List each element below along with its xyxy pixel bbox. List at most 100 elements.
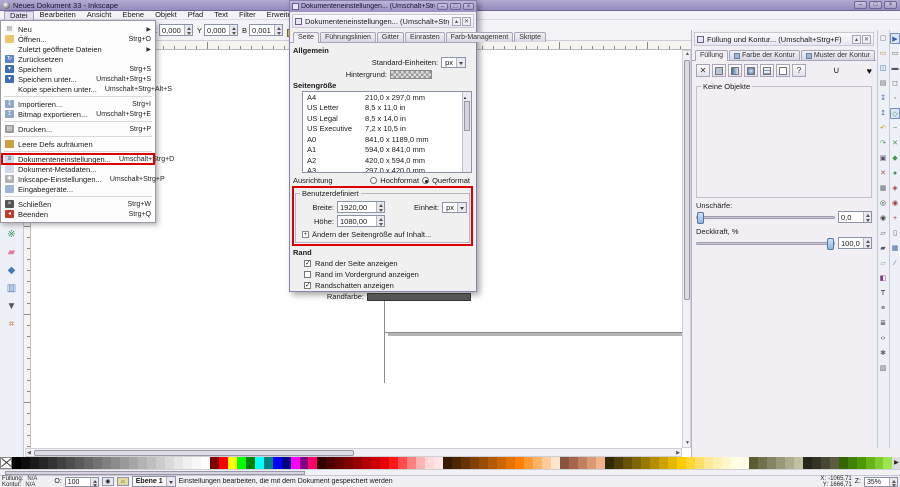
page-size-row-a1[interactable]: A1594,0 x 841,0 mm — [303, 145, 471, 156]
page-size-row-a2[interactable]: A2420,0 x 594,0 mm — [303, 155, 471, 166]
spin-arrows[interactable] — [229, 25, 237, 35]
palette-swatch[interactable] — [425, 457, 434, 469]
menu-datei[interactable]: Datei — [4, 11, 34, 20]
fill-stroke-dock-button[interactable]: ▴ — [852, 35, 861, 44]
palette-swatch[interactable] — [641, 457, 650, 469]
blur-spinbox[interactable]: 0,0 — [838, 211, 872, 223]
border-color-swatch[interactable] — [367, 293, 471, 301]
border-check-rand-der-seite-anzeigen[interactable]: ✓Rand der Seite anzeigen — [304, 259, 474, 268]
height-spin-arrows[interactable] — [376, 216, 384, 226]
resize-to-content-expander[interactable]: + Ändern der Seitengröße auf Inhalt... — [302, 230, 467, 239]
text-dialog-icon[interactable]: T — [878, 288, 888, 299]
palette-swatch[interactable] — [794, 457, 803, 469]
palette-swatch[interactable] — [542, 457, 551, 469]
palette-swatch[interactable] — [883, 457, 892, 469]
scroll-right-arrow[interactable]: ▶ — [676, 450, 680, 457]
palette-swatch[interactable] — [362, 457, 371, 469]
spin-arrows[interactable] — [184, 25, 192, 35]
file-menu-item-speichern[interactable]: ▾SpeichernStrg+S — [2, 64, 154, 74]
palette-swatch[interactable] — [48, 457, 57, 469]
print-document-icon[interactable]: ▤ — [878, 78, 888, 89]
vertical-scrollbar[interactable]: ▲ ▼ — [682, 50, 691, 448]
border-check-randschatten-anzeigen[interactable]: ✓Randschatten anzeigen — [304, 281, 474, 290]
palette-swatch[interactable] — [326, 457, 335, 469]
snap-bbox-icon[interactable]: ▭ — [890, 48, 900, 59]
file-menu-item-bitmap-exportieren[interactable]: ↥Bitmap exportieren...Umschalt+Strg+E — [2, 109, 154, 119]
snap-path-icon[interactable]: ~ — [890, 123, 900, 134]
palette-swatch[interactable] — [407, 457, 416, 469]
opacity-spinbox[interactable]: 100,0 — [838, 237, 872, 249]
snap-grid-icon[interactable]: ▦ — [890, 243, 900, 254]
landscape-radio[interactable] — [422, 177, 429, 184]
chevron-down-icon[interactable] — [166, 477, 175, 486]
palette-swatch[interactable] — [317, 457, 326, 469]
palette-swatch[interactable] — [335, 457, 344, 469]
object-opacity-spinbox[interactable]: 100 — [65, 477, 99, 487]
palette-swatch[interactable] — [767, 457, 776, 469]
opacity-slider[interactable] — [696, 242, 835, 245]
blur-slider-thumb[interactable] — [697, 212, 704, 224]
dialog-maximize-button[interactable]: □ — [450, 3, 461, 10]
palette-swatch[interactable] — [740, 457, 749, 469]
palette-swatch[interactable] — [758, 457, 767, 469]
fill-stroke-tab-muster-der-kontur[interactable]: Muster der Kontur — [801, 50, 875, 60]
palette-swatch[interactable] — [497, 457, 506, 469]
page-size-row-a3[interactable]: A3297,0 x 420,0 mm — [303, 166, 471, 174]
palette-swatch[interactable] — [578, 457, 587, 469]
import-bitmap-icon[interactable]: ↧ — [878, 93, 888, 104]
paste-icon[interactable]: ▦ — [878, 183, 888, 194]
palette-swatch[interactable] — [282, 457, 291, 469]
file-menu-item-speichern-unter[interactable]: ▾Speichern unter...Umschalt+Strg+S — [2, 74, 154, 84]
menu-pfad[interactable]: Pfad — [183, 11, 208, 19]
page-size-row-us-legal[interactable]: US Legal8,5 x 14,0 in — [303, 113, 471, 124]
fill-type-flat-button[interactable] — [712, 64, 726, 77]
background-color-swatch[interactable] — [390, 70, 432, 79]
menu-ansicht[interactable]: Ansicht — [82, 11, 117, 19]
palette-swatch[interactable] — [255, 457, 264, 469]
palette-swatch[interactable] — [228, 457, 237, 469]
save-document-icon[interactable]: ◫ — [878, 63, 888, 74]
palette-swatch[interactable] — [138, 457, 147, 469]
palette-swatch[interactable] — [596, 457, 605, 469]
palette-swatch[interactable] — [156, 457, 165, 469]
menu-text[interactable]: Text — [209, 11, 233, 19]
snap-bbox-center-icon[interactable]: ◦ — [890, 93, 900, 104]
tool-field-x-spinbox[interactable]: 0,000 — [159, 24, 193, 36]
palette-swatch[interactable] — [632, 457, 641, 469]
xml-editor-icon[interactable]: ‹› — [878, 333, 888, 344]
palette-swatch[interactable] — [39, 457, 48, 469]
palette-swatch[interactable] — [785, 457, 794, 469]
palette-swatch[interactable] — [803, 457, 812, 469]
fill-rule-icon-0[interactable]: ∪ — [833, 65, 840, 76]
palette-swatch[interactable] — [57, 457, 66, 469]
palette-swatch[interactable] — [533, 457, 542, 469]
file-menu-item-zuletzt-geoeffnete-dateien[interactable]: Zuletzt geöffnete Dateien▶ — [2, 44, 154, 54]
snap-smooth-node-icon[interactable]: ● — [890, 168, 900, 179]
chevron-down-icon[interactable] — [456, 58, 465, 67]
dialog-tab-seite[interactable]: Seite — [293, 32, 319, 43]
file-menu-item-inkscape-einstellungen[interactable]: ✱Inkscape-Einstellungen...Umschalt+Strg+… — [2, 174, 154, 184]
blur-spin-arrows[interactable] — [863, 212, 871, 222]
dialog-tab-farb-management[interactable]: Farb-Management — [446, 32, 514, 42]
palette-swatch[interactable] — [219, 457, 228, 469]
inkscape-preferences-icon[interactable]: ✱ — [878, 348, 888, 359]
page-size-row-a0[interactable]: A0841,0 x 1189,0 mm — [303, 134, 471, 145]
file-menu-item-dokument-metadaten[interactable]: Dokument-Metadaten... — [2, 164, 154, 174]
palette-swatch[interactable] — [183, 457, 192, 469]
undo-icon[interactable]: ↶ — [878, 123, 888, 134]
fill-type-linear-gradient-button[interactable] — [728, 64, 742, 77]
palette-swatch[interactable] — [659, 457, 668, 469]
palette-swatch[interactable] — [479, 457, 488, 469]
dialog-panel-close-button[interactable]: ✕ — [462, 17, 471, 26]
file-menu-item-importieren[interactable]: ↧Importieren...Strg+I — [2, 99, 154, 109]
palette-swatch[interactable] — [371, 457, 380, 469]
file-menu-item-kopie-speichern-unter[interactable]: Kopie speichern unter...Umschalt+Strg+Al… — [2, 84, 154, 94]
palette-swatch[interactable] — [111, 457, 120, 469]
palette-swatch[interactable] — [623, 457, 632, 469]
palette-swatch[interactable] — [434, 457, 443, 469]
menu-ebene[interactable]: Ebene — [117, 11, 149, 19]
expander-plus-icon[interactable]: + — [302, 231, 309, 238]
new-document-icon[interactable]: ▢ — [878, 33, 888, 44]
palette-swatch[interactable] — [524, 457, 533, 469]
palette-swatch[interactable] — [66, 457, 75, 469]
